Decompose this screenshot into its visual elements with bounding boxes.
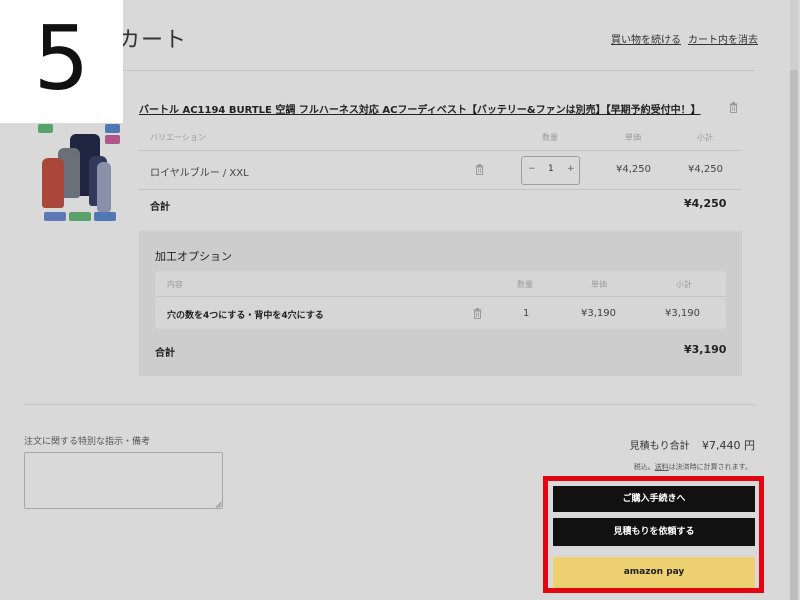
swatch-pink-icon bbox=[105, 135, 120, 144]
vest-red-icon bbox=[42, 158, 64, 208]
option-total-value: ¥3,190 bbox=[684, 343, 727, 356]
scrollbar-thumb[interactable] bbox=[790, 70, 798, 600]
header-quantity: 数量 bbox=[542, 133, 558, 142]
estimate-value: ¥7,440 円 bbox=[702, 439, 755, 452]
product-total-label: 合計 bbox=[150, 202, 170, 213]
tag-green-icon bbox=[69, 212, 91, 221]
notes-label: 注文に関する特別な指示・備考 bbox=[24, 437, 151, 447]
unit-price-value: ¥4,250 bbox=[616, 164, 651, 175]
header-unit-price: 単価 bbox=[625, 133, 641, 142]
product-row-divider bbox=[139, 189, 742, 190]
processing-options-title: 加工オプション bbox=[155, 250, 232, 263]
subtotal-value: ¥4,250 bbox=[688, 164, 723, 175]
clear-cart-link[interactable]: カート内を消去 bbox=[688, 31, 758, 46]
resize-grip-icon[interactable] bbox=[215, 501, 222, 508]
continue-shopping-link[interactable]: 買い物を続ける bbox=[611, 31, 681, 46]
tax-note-prefix: 税込。 bbox=[633, 463, 655, 471]
tax-note-suffix: は決済時に計算されます。 bbox=[668, 463, 752, 471]
remove-variation-trash-icon[interactable] bbox=[475, 164, 484, 175]
header-divider bbox=[24, 70, 755, 71]
option-quantity-value: 1 bbox=[523, 308, 530, 319]
step-badge: 5 bbox=[0, 0, 123, 123]
step-number: 5 bbox=[33, 7, 90, 110]
highlight-frame bbox=[543, 476, 764, 593]
option-header-content: 内容 bbox=[167, 280, 183, 289]
quantity-minus-button[interactable]: − bbox=[528, 164, 536, 174]
remove-product-trash-icon[interactable] bbox=[729, 102, 738, 113]
estimate-label: 見積もり合計 bbox=[629, 441, 690, 452]
product-image bbox=[34, 118, 124, 226]
shipping-link[interactable]: 送料 bbox=[655, 463, 669, 471]
option-subtotal-value: ¥3,190 bbox=[665, 308, 700, 319]
header-variation: バリエーション bbox=[150, 133, 206, 142]
variation-value: ロイヤルブルー / XXL bbox=[150, 168, 249, 179]
tax-note: 税込。送料は決済時に計算されます。 bbox=[560, 462, 752, 472]
option-header-quantity: 数量 bbox=[517, 280, 533, 289]
quantity-plus-button[interactable]: + bbox=[567, 164, 575, 174]
option-header-divider bbox=[155, 296, 726, 297]
remove-option-trash-icon[interactable] bbox=[473, 308, 482, 319]
section-divider bbox=[24, 404, 755, 405]
swatch-blue-icon bbox=[105, 124, 120, 133]
quantity-value[interactable]: 1 bbox=[548, 164, 554, 174]
page-title: カート bbox=[118, 28, 188, 53]
product-total-value: ¥4,250 bbox=[684, 197, 727, 210]
option-header-subtotal: 小計 bbox=[676, 280, 692, 289]
option-header-unit-price: 単価 bbox=[591, 280, 607, 289]
header-subtotal: 小計 bbox=[697, 133, 713, 142]
estimate-total: 見積もり合計 ¥7,440 円 bbox=[580, 437, 755, 453]
quantity-stepper[interactable]: − 1 + bbox=[521, 156, 580, 185]
product-header-divider bbox=[139, 150, 742, 151]
swatch-green-icon bbox=[38, 124, 53, 133]
vest-light-icon bbox=[97, 162, 111, 212]
product-name-link[interactable]: バートル AC1194 BURTLE 空調 フルハーネス対応 ACフーディベスト… bbox=[139, 101, 701, 116]
option-content-value: 穴の数を4つにする・背中を4穴にする bbox=[167, 311, 324, 321]
option-total-label: 合計 bbox=[155, 348, 175, 359]
option-unit-price-value: ¥3,190 bbox=[581, 308, 616, 319]
tag-navy-icon bbox=[94, 212, 116, 221]
notes-textarea[interactable] bbox=[24, 452, 223, 509]
tag-blue-icon bbox=[44, 212, 66, 221]
